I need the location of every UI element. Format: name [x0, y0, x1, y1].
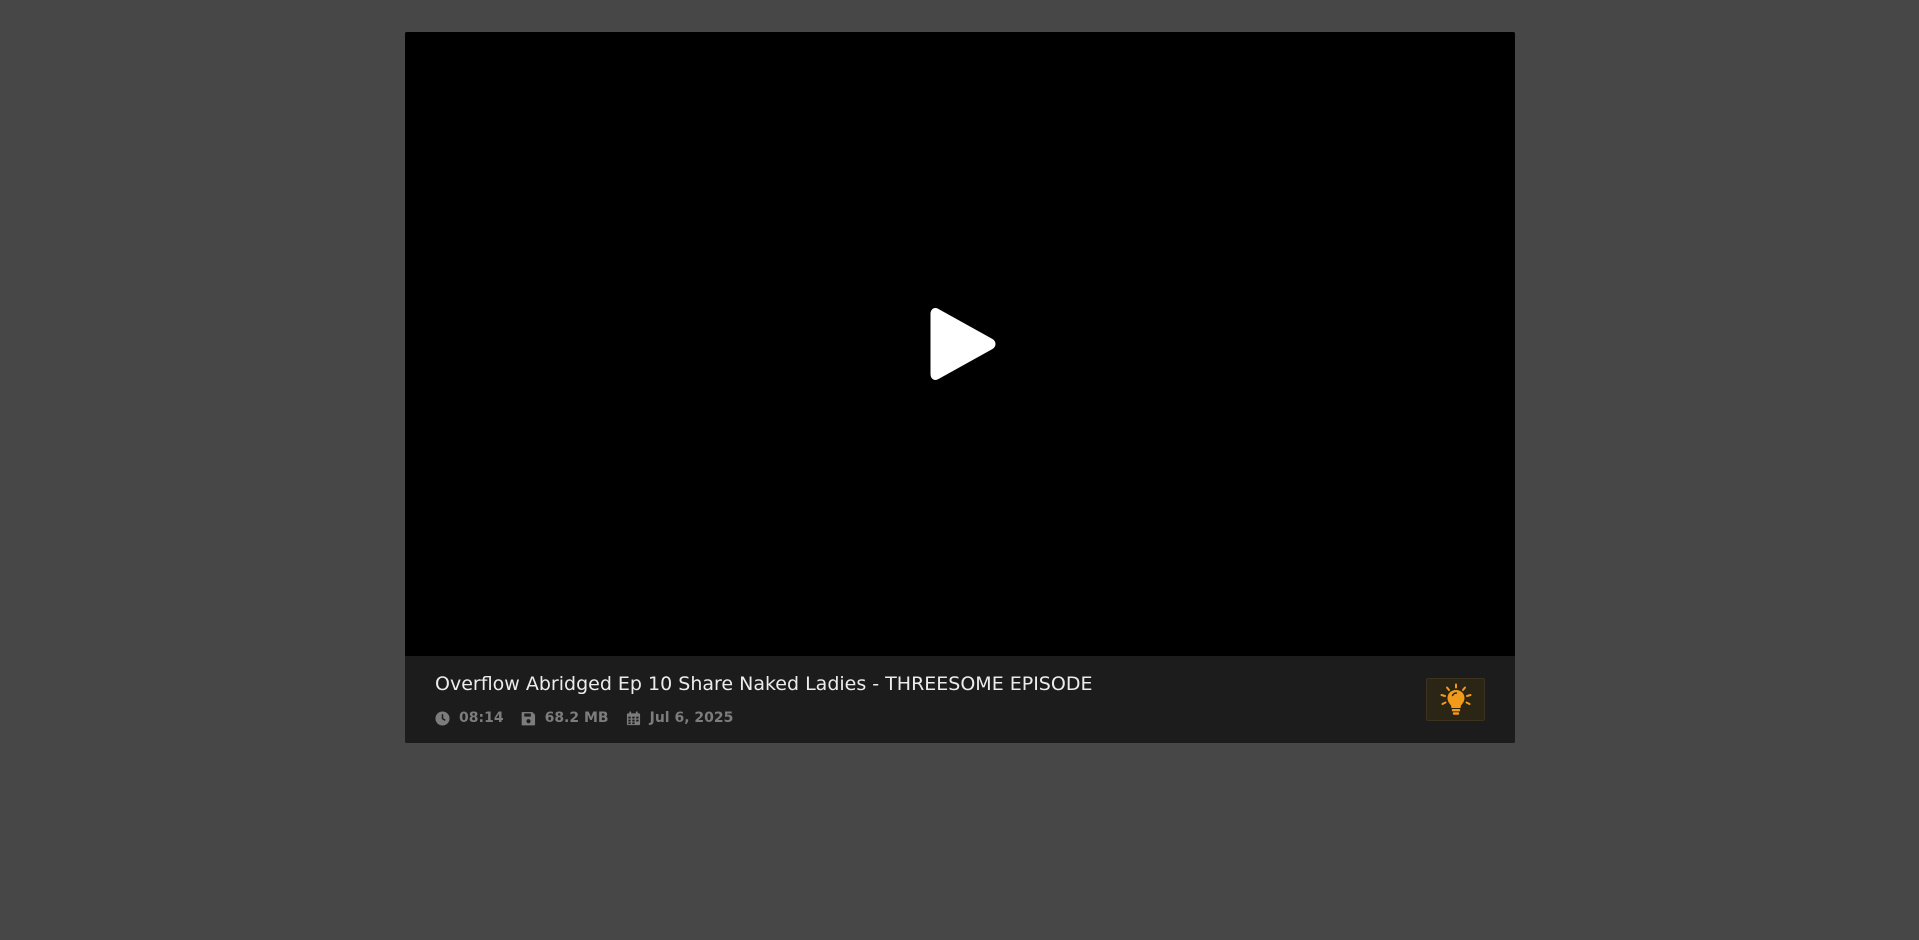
play-button[interactable]: [929, 305, 999, 383]
date-value: Jul 6, 2025: [649, 710, 734, 726]
save-disk-icon: [521, 711, 535, 725]
video-screen[interactable]: [405, 32, 1515, 656]
video-meta: 08:14 68.2 MB Jul 6, 2025: [435, 710, 750, 726]
lightbulb-icon: [1440, 683, 1471, 715]
date-meta: Jul 6, 2025: [626, 710, 734, 726]
file-size-meta: 68.2 MB: [521, 710, 609, 726]
video-title: Overflow Abridged Ep 10 Share Naked Ladi…: [435, 673, 1093, 695]
file-size-value: 68.2 MB: [544, 710, 609, 726]
duration-meta: 08:14: [435, 710, 504, 726]
video-info-bar: Overflow Abridged Ep 10 Share Naked Ladi…: [405, 656, 1515, 743]
video-player: Overflow Abridged Ep 10 Share Naked Ladi…: [405, 32, 1515, 743]
lights-toggle-button[interactable]: [1426, 678, 1485, 721]
calendar-icon: [626, 710, 640, 725]
play-icon: [930, 308, 996, 380]
clock-icon: [435, 710, 450, 726]
duration-value: 08:14: [459, 710, 504, 726]
